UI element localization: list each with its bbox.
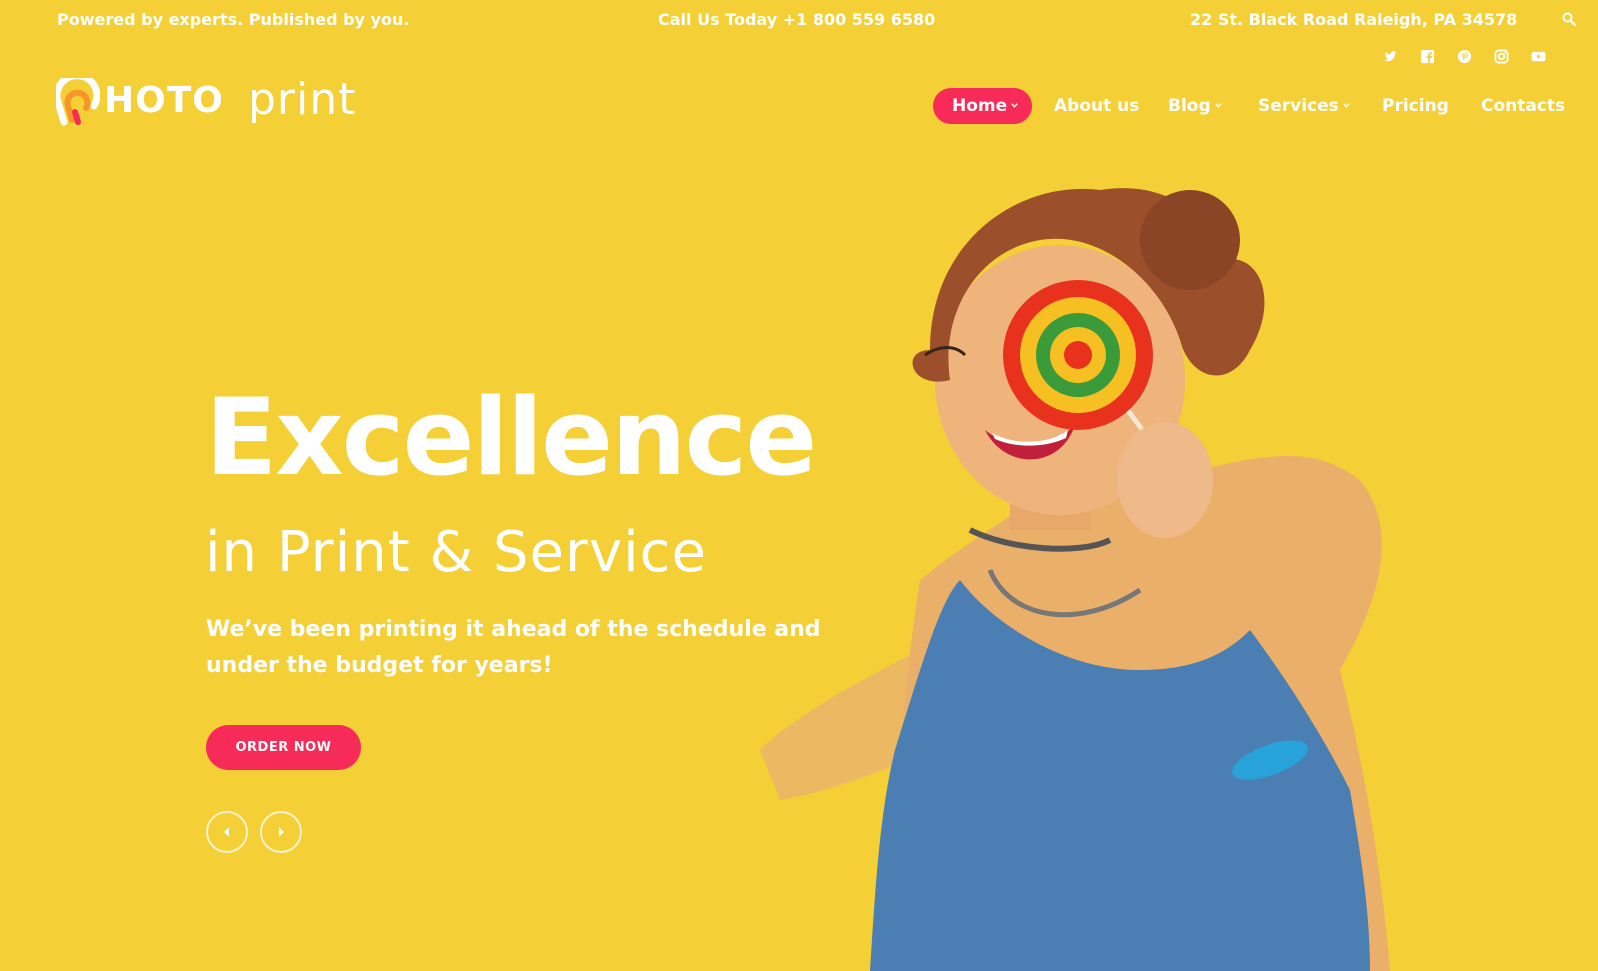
search-icon[interactable] <box>1562 12 1576 26</box>
nav-services-label: Services <box>1258 96 1339 116</box>
chevron-down-icon <box>1011 103 1018 108</box>
facebook-icon[interactable] <box>1420 49 1435 64</box>
instagram-icon[interactable] <box>1494 49 1509 64</box>
slider-prev-button[interactable] <box>206 811 248 853</box>
nav-about-us[interactable]: About us <box>1054 88 1139 124</box>
nav-pricing-label: Pricing <box>1382 96 1449 116</box>
hero-subtitle: in Print & Service <box>205 520 707 585</box>
hero-title: Excellence <box>205 376 817 499</box>
social-links <box>1383 49 1546 64</box>
nav-home-label: Home <box>952 96 1008 116</box>
arrow-left-icon <box>224 827 229 837</box>
hero-description: We’ve been printing it ahead of the sche… <box>206 617 821 678</box>
nav-pricing[interactable]: Pricing <box>1382 88 1449 124</box>
pinterest-icon[interactable] <box>1457 49 1472 64</box>
logo-light-text: print <box>248 74 357 125</box>
logo-bold-text: HOTO <box>104 80 224 121</box>
nav-contacts-label: Contacts <box>1481 96 1566 116</box>
arrow-right-icon <box>279 827 284 837</box>
chevron-down-icon <box>1214 103 1222 108</box>
twitter-icon[interactable] <box>1383 49 1398 64</box>
chevron-down-icon <box>1343 103 1350 108</box>
order-now-button[interactable]: ORDER NOW <box>206 725 361 770</box>
phone-text[interactable]: Call Us Today +1 800 559 6580 <box>658 10 935 29</box>
nav-blog-label: Blog <box>1168 96 1211 116</box>
logo-mark-icon <box>56 78 100 126</box>
nav-about-label: About us <box>1054 96 1140 116</box>
nav-contacts[interactable]: Contacts <box>1481 88 1565 124</box>
hero-photo <box>760 188 1390 971</box>
nav-services[interactable]: Services <box>1258 88 1350 124</box>
address-text: 22 St. Black Road Raleigh, PA 34578 <box>1190 10 1518 29</box>
youtube-icon[interactable] <box>1531 49 1546 64</box>
slider-next-button[interactable] <box>260 811 302 853</box>
top-bar: Powered by experts. Published by you. Ca… <box>0 0 1598 38</box>
tagline: Powered by experts. Published by you. <box>57 10 410 29</box>
nav-home[interactable]: Home <box>933 88 1032 124</box>
nav-blog[interactable]: Blog <box>1168 88 1222 124</box>
